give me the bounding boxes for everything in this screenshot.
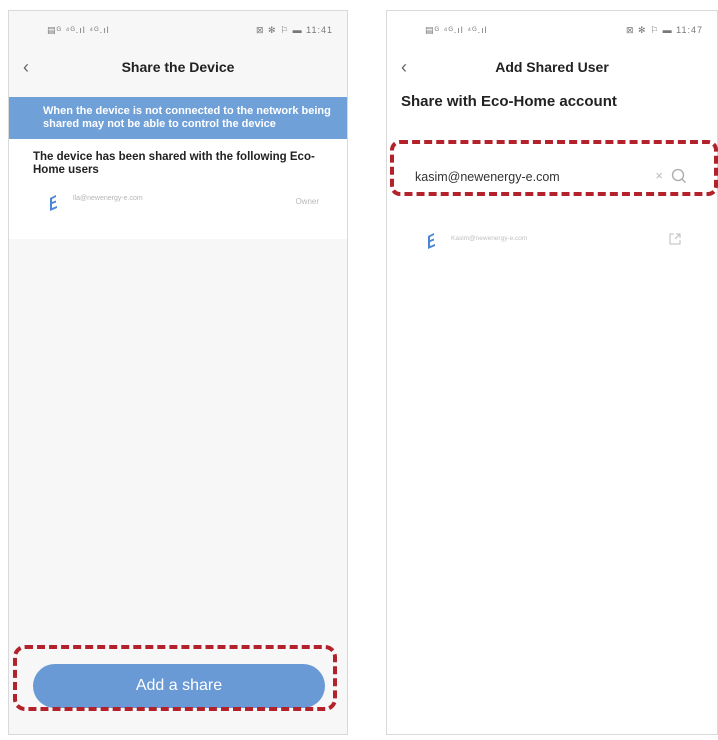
shared-users-heading: The device has been shared with the foll…: [33, 151, 315, 176]
share-device-screen: ▤ᴳ ⁴ᴳ.ıl ⁴ᴳ.ıl ⊠ ✻ ⚐ ▬ 11:41 ‹ Share the…: [8, 10, 348, 735]
shared-user-email: lla@newenergy-e.com: [73, 195, 143, 202]
search-icon[interactable]: [671, 168, 687, 184]
status-bar: ▤ᴳ ⁴ᴳ.ıl ⁴ᴳ.ıl ⊠ ✻ ⚐ ▬ 11:41: [9, 11, 347, 55]
search-result-row[interactable]: Kasim@newenergy-e.com: [387, 221, 717, 261]
share-icon[interactable]: [669, 233, 681, 245]
result-email: Kasim@newenergy-e.com: [451, 235, 528, 242]
status-signal: ▤ᴳ ⁴ᴳ.ıl ⁴ᴳ.ıl: [425, 25, 488, 35]
status-bar: ▤ᴳ ⁴ᴳ.ıl ⁴ᴳ.ıl ⊠ ✻ ⚐ ▬ 11:47: [387, 11, 717, 55]
search-value: kasim@newenergy-e.com: [415, 170, 560, 184]
status-signal: ▤ᴳ ⁴ᴳ.ıl ⁴ᴳ.ıl: [47, 25, 110, 35]
add-share-button[interactable]: Add a share: [33, 664, 325, 708]
shared-user-role: Owner: [295, 197, 319, 206]
shared-user-row: lla@newenergy-e.com Owner: [9, 183, 347, 223]
account-search-input[interactable]: kasim@newenergy-e.com ×: [397, 159, 701, 195]
page-title: Add Shared User: [495, 59, 609, 75]
nav-bar: ‹ Add Shared User: [387, 55, 717, 83]
page-title: Share the Device: [121, 59, 235, 75]
info-banner: When the device is not connected to the …: [9, 97, 347, 139]
eco-home-logo-icon: [50, 195, 57, 211]
add-shared-user-screen: ▤ᴳ ⁴ᴳ.ıl ⁴ᴳ.ıl ⊠ ✻ ⚐ ▬ 11:47 ‹ Add Share…: [386, 10, 718, 735]
eco-home-logo-icon: [428, 233, 435, 249]
clear-icon[interactable]: ×: [655, 168, 663, 183]
status-time: ⊠ ✻ ⚐ ▬ 11:47: [625, 25, 703, 35]
nav-bar: ‹ Share the Device: [9, 55, 347, 83]
share-heading: Share with Eco-Home account: [401, 93, 617, 110]
shared-users-card: The device has been shared with the foll…: [9, 139, 347, 239]
status-time: ⊠ ✻ ⚐ ▬ 11:41: [255, 25, 333, 35]
